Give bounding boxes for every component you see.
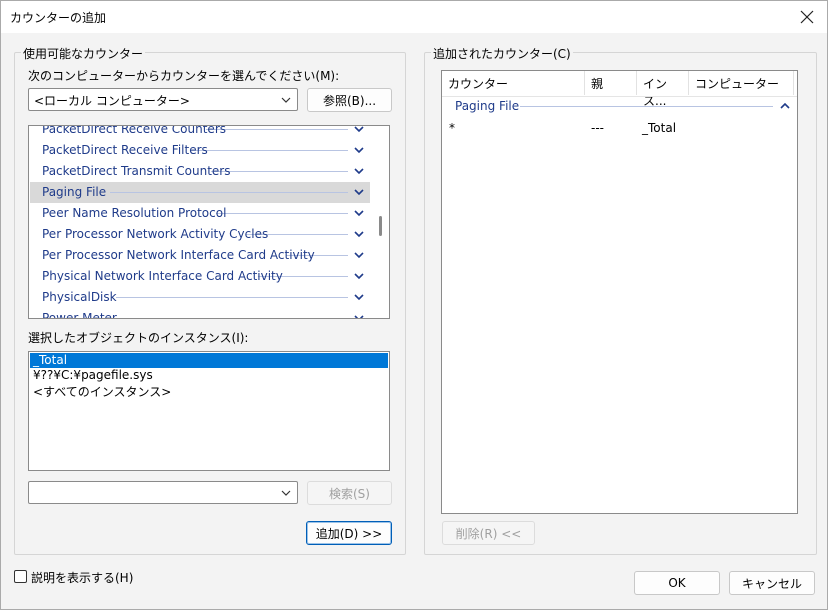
counter-object-list[interactable]: PacketDirect Receive Counters PacketDirec… [28,125,390,319]
chevron-down-icon[interactable] [354,167,364,175]
window-title: カウンターの追加 [10,11,107,25]
column-header-computer[interactable]: コンピューター [689,71,794,95]
chevron-down-icon[interactable] [354,230,364,238]
group-row-divider [520,106,773,107]
chevron-down-icon[interactable] [354,314,364,319]
ok-button[interactable]: OK [634,571,720,595]
counter-object-item[interactable]: PacketDirect Transmit Counters [30,161,370,182]
chevron-down-icon[interactable] [354,146,364,154]
object-divider [216,213,348,214]
added-counters-table[interactable]: カウンター 親 インス... コンピューター Paging File * ---… [441,70,798,514]
counter-object-item[interactable]: PacketDirect Receive Counters [30,125,370,140]
close-icon [800,10,814,24]
counter-object-item[interactable]: Power Meter [30,308,370,319]
counter-object-item[interactable]: PacketDirect Receive Filters [30,140,370,161]
row-parent: --- [591,121,604,135]
column-header-counter[interactable]: カウンター [442,71,585,95]
added-counters-label: 追加されたカウンター(C) [431,45,573,62]
counter-object-item[interactable]: Physical Network Interface Card Activity [30,266,370,287]
search-button[interactable]: 検索(S) [307,481,392,505]
instances-list[interactable]: _Total ¥??¥C:¥pagefile.sys <すべてのインスタンス> [28,351,390,471]
counter-object-item[interactable]: Peer Name Resolution Protocol [30,203,370,224]
object-divider [191,150,348,151]
search-combobox[interactable] [28,481,298,504]
scrollbar-thumb[interactable] [379,216,382,236]
chevron-down-icon[interactable] [354,209,364,217]
counter-object-label: Physical Network Interface Card Activity [42,269,283,283]
row-instance: _Total [642,121,677,135]
chevron-down-icon[interactable] [354,188,364,196]
remove-button[interactable]: 削除(R) << [442,521,535,545]
instance-item[interactable]: _Total [30,353,388,368]
add-counters-dialog: カウンターの追加 使用可能なカウンター 次のコンピューターからカウンターを選んで… [0,0,828,610]
chevron-up-icon[interactable] [780,102,790,110]
header-divider [442,96,797,97]
computer-combobox[interactable]: <ローカル コンピューター> [28,88,298,111]
show-description-label[interactable]: 説明を表示する(H) [31,569,133,586]
chevron-down-icon[interactable] [354,272,364,280]
instances-label: 選択したオブジェクトのインスタンス(I): [28,331,249,345]
object-divider [106,192,348,193]
counter-object-label: Power Meter [42,311,117,319]
chevron-down-icon[interactable] [354,251,364,259]
object-divider [116,318,348,319]
counter-object-label: PhysicalDisk [42,290,117,304]
chevron-down-icon [281,97,291,103]
counter-object-label: PacketDirect Transmit Counters [42,164,231,178]
counter-object-label: Paging File [42,185,111,199]
counter-object-label: Peer Name Resolution Protocol [42,206,227,220]
browse-button[interactable]: 参照(B)... [307,88,392,112]
group-row-paging-file[interactable]: Paging File [455,99,519,113]
show-description-checkbox[interactable] [14,570,27,583]
instance-item[interactable]: <すべてのインスタンス> [30,383,388,399]
add-button[interactable]: 追加(D) >> [306,521,392,545]
counter-object-label: Per Processor Network Interface Card Act… [42,248,315,262]
column-header-parent[interactable]: 親 [585,71,637,95]
computer-combobox-value: <ローカル コンピューター> [34,94,190,108]
chevron-down-icon[interactable] [354,293,364,301]
instance-item[interactable]: ¥??¥C:¥pagefile.sys [30,368,388,383]
available-counters-label: 使用可能なカウンター [21,45,146,62]
counter-object-item[interactable]: Per Processor Network Interface Card Act… [30,245,370,266]
counter-object-label: Per Processor Network Activity Cycles [42,227,269,241]
counter-object-item[interactable]: PhysicalDisk [30,287,370,308]
chevron-down-icon [281,490,291,496]
object-divider [116,297,348,298]
column-header-instance[interactable]: インス... [637,71,689,108]
title-bar: カウンターの追加 [1,1,827,33]
counter-object-item[interactable]: Paging File [30,182,370,203]
counter-object-label: PacketDirect Receive Counters [42,125,227,136]
counter-object-item[interactable]: Per Processor Network Activity Cycles [30,224,370,245]
chevron-down-icon[interactable] [354,125,364,133]
close-button[interactable] [793,4,821,30]
row-counter[interactable]: * [449,121,455,135]
computer-select-label: 次のコンピューターからカウンターを選んでください(M): [28,69,340,83]
cancel-button[interactable]: キャンセル [729,571,815,595]
counter-object-label: PacketDirect Receive Filters [42,143,208,157]
